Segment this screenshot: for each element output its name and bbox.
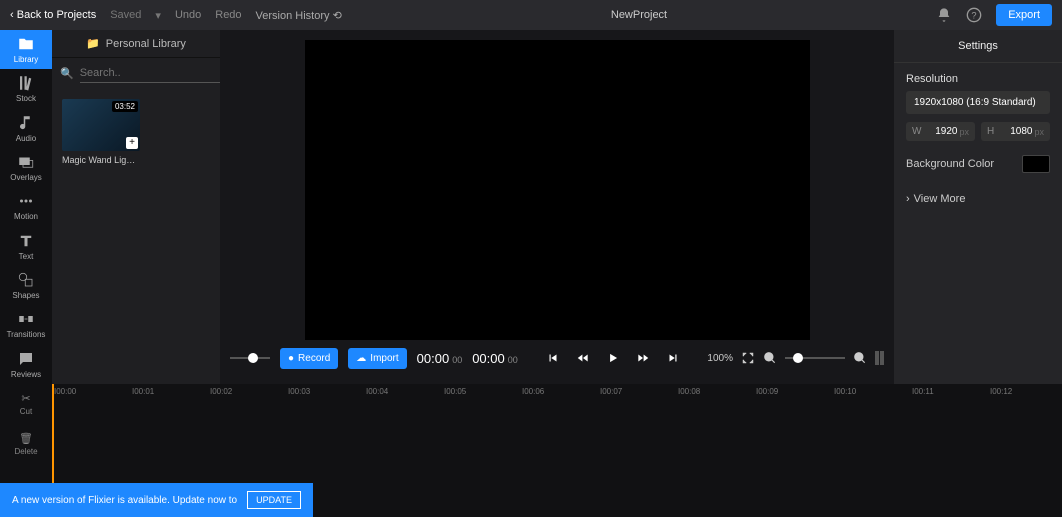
bell-icon[interactable]: [936, 7, 952, 23]
nav-stock[interactable]: Stock: [0, 69, 52, 108]
back-to-projects[interactable]: ‹ Back to Projects: [10, 9, 96, 21]
delete-tool[interactable]: 🗑Delete: [0, 424, 52, 464]
add-clip-button[interactable]: +: [126, 137, 138, 149]
record-button[interactable]: ●Record: [280, 348, 338, 369]
nav-text[interactable]: Text: [0, 227, 52, 266]
help-icon[interactable]: ?: [966, 7, 982, 23]
play-icon[interactable]: [606, 351, 620, 365]
nav-overlays[interactable]: Overlays: [0, 148, 52, 187]
update-button[interactable]: UPDATE: [247, 491, 301, 509]
preview-canvas[interactable]: [305, 40, 810, 340]
library-panel: 📁 Personal Library 🔍 ▼ ⇅ 03:52 + Magic W…: [52, 30, 220, 384]
chevron-right-icon: ›: [906, 193, 910, 205]
cloud-icon: ☁: [356, 353, 366, 364]
save-status: Saved: [110, 9, 141, 21]
skip-start-icon[interactable]: [546, 351, 560, 365]
saved-dropdown-icon[interactable]: ▾: [155, 9, 161, 22]
settings-panel: Settings Resolution 1920x1080 (16:9 Stan…: [894, 30, 1062, 384]
import-button[interactable]: ☁Import: [348, 348, 406, 369]
bg-color-label: Background Color: [906, 158, 994, 170]
resolution-select[interactable]: 1920x1080 (16:9 Standard): [906, 91, 1050, 114]
resolution-label: Resolution: [906, 73, 1050, 85]
timeline-ruler[interactable]: I00:00 I00:01 I00:02 I00:03 I00:04 I00:0…: [52, 384, 1062, 402]
undo-button[interactable]: Undo: [175, 9, 201, 21]
scissors-icon: ✂: [21, 392, 30, 405]
library-clip[interactable]: 03:52 + Magic Wand Light...: [62, 99, 140, 165]
bg-color-swatch[interactable]: [1022, 155, 1050, 173]
height-input[interactable]: H1080px: [981, 122, 1050, 141]
left-slider[interactable]: [230, 357, 270, 359]
trash-icon: 🗑: [19, 432, 33, 445]
zoom-out-icon[interactable]: [763, 351, 777, 365]
duration-time: 00:0000: [472, 351, 518, 366]
zoom-level: 100%: [707, 353, 733, 364]
forward-icon[interactable]: [636, 351, 650, 365]
preview-area: ●Record ☁Import 00:0000 00:0000 100%: [220, 30, 894, 384]
update-message: A new version of Flixier is available. U…: [12, 495, 237, 506]
zoom-slider[interactable]: [785, 357, 845, 359]
skip-end-icon[interactable]: [666, 351, 680, 365]
view-more-toggle[interactable]: ›View More: [906, 193, 1050, 205]
redo-button[interactable]: Redo: [215, 9, 241, 21]
nav-reviews[interactable]: Reviews: [0, 345, 52, 384]
current-time: 00:0000: [417, 351, 463, 366]
clip-title: Magic Wand Light...: [62, 155, 140, 165]
nav-library[interactable]: Library: [0, 30, 52, 69]
export-button[interactable]: Export: [996, 4, 1052, 26]
project-title[interactable]: NewProject: [342, 9, 936, 21]
width-input[interactable]: W1920px: [906, 122, 975, 141]
record-icon: ●: [288, 353, 294, 364]
side-nav: Library Stock Audio Overlays Motion Text…: [0, 30, 52, 384]
svg-text:?: ?: [972, 10, 977, 20]
cut-tool[interactable]: ✂Cut: [0, 384, 52, 424]
update-banner: A new version of Flixier is available. U…: [0, 483, 313, 517]
nav-audio[interactable]: Audio: [0, 109, 52, 148]
search-icon: 🔍: [60, 67, 74, 80]
settings-title: Settings: [894, 30, 1062, 63]
split-view-icon[interactable]: [875, 351, 884, 365]
library-header[interactable]: 📁 Personal Library: [52, 30, 220, 58]
topbar: ‹ Back to Projects Saved ▾ Undo Redo Ver…: [0, 0, 1062, 30]
folder-icon: 📁: [86, 37, 100, 50]
nav-shapes[interactable]: Shapes: [0, 266, 52, 305]
nav-transitions[interactable]: Transitions: [0, 305, 52, 344]
clip-duration: 03:52: [112, 101, 138, 112]
nav-motion[interactable]: Motion: [0, 187, 52, 226]
search-input[interactable]: [80, 64, 222, 83]
zoom-in-icon[interactable]: [853, 351, 867, 365]
rewind-icon[interactable]: [576, 351, 590, 365]
fullscreen-icon[interactable]: [741, 351, 755, 365]
version-history-button[interactable]: Version History ⟲: [256, 9, 342, 22]
